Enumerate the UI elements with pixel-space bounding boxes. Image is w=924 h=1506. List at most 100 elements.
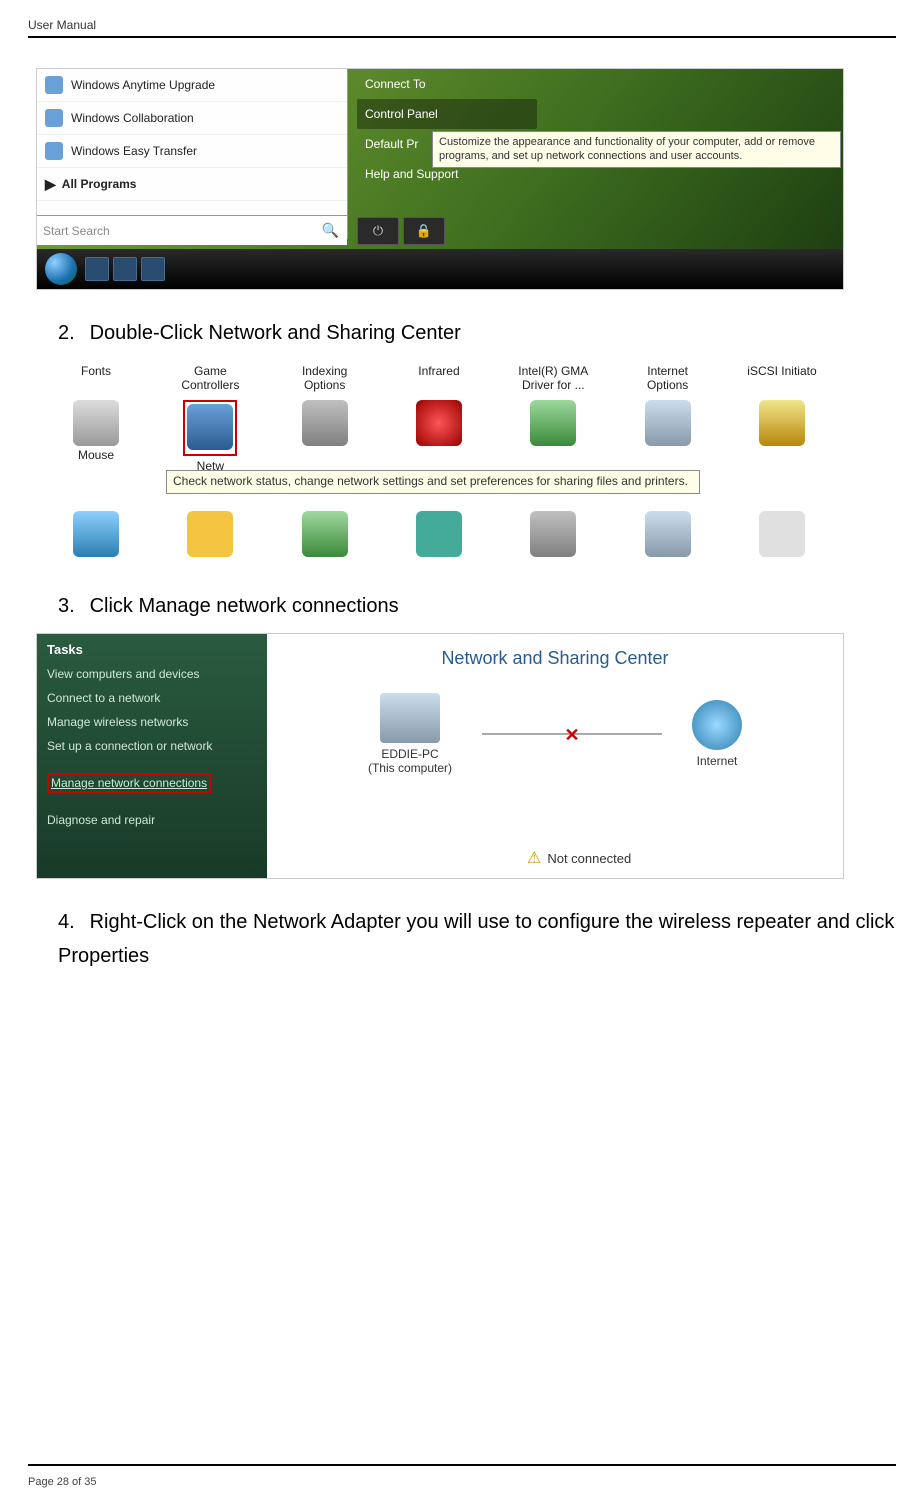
cp-icon — [302, 511, 348, 557]
cp-item[interactable] — [160, 511, 260, 559]
cp-item[interactable] — [503, 400, 603, 473]
taskbar-button[interactable] — [113, 257, 137, 281]
step-number: 4. — [58, 905, 84, 939]
all-programs[interactable]: ▶ All Programs — [37, 168, 347, 201]
right-item[interactable]: Connect To — [357, 69, 537, 99]
taskbar-button[interactable] — [141, 257, 165, 281]
program-label: All Programs — [62, 177, 137, 191]
taskbar — [37, 249, 843, 289]
screenshot-network-sharing-center: Tasks View computers and devices Connect… — [36, 633, 844, 879]
taskbar-button[interactable] — [85, 257, 109, 281]
footer-rule — [28, 1464, 896, 1466]
cp-item[interactable]: InternetOptions — [618, 364, 718, 392]
cp-icon-row: Mouse Netw — [36, 396, 842, 477]
start-search[interactable]: Start Search 🔍 — [37, 215, 347, 245]
cp-item[interactable]: Fonts — [46, 364, 146, 392]
power-buttons: ⏻ 🔒 — [357, 217, 445, 245]
sidebar-link-manage-connections[interactable]: Manage network connections — [47, 773, 211, 793]
cp-icon-row — [36, 507, 842, 563]
program-label: Windows Anytime Upgrade — [71, 78, 215, 92]
connection-line: ✕ — [482, 733, 662, 735]
cp-item[interactable] — [618, 511, 718, 559]
step-text: Double-Click Network and Sharing Center — [90, 322, 461, 344]
network-sharing-icon — [187, 404, 233, 450]
cp-item[interactable]: GameControllers — [160, 364, 260, 392]
disconnected-icon: ✕ — [564, 725, 579, 746]
cp-item[interactable] — [732, 511, 832, 559]
page-number: Page 28 of 35 — [28, 1476, 97, 1488]
app-icon — [45, 76, 63, 94]
mouse-icon — [73, 400, 119, 446]
power-button[interactable]: ⏻ — [357, 217, 399, 245]
cp-icon — [187, 511, 233, 557]
app-icon — [45, 142, 63, 160]
search-placeholder: Start Search — [43, 224, 110, 238]
start-right-panel: Connect To Control Panel Default Pr Help… — [357, 69, 537, 189]
screenshot-start-menu: Windows Anytime Upgrade Windows Collabor… — [36, 68, 844, 290]
start-orb-icon[interactable] — [45, 253, 77, 285]
sidebar-link[interactable]: Connect to a network — [47, 691, 257, 705]
cp-label-row: Fonts GameControllers IndexingOptions In… — [36, 360, 842, 396]
sidebar-link[interactable]: Diagnose and repair — [47, 813, 257, 827]
cp-icon — [759, 400, 805, 446]
cp-item[interactable] — [618, 400, 718, 473]
status-text: Not connected — [547, 851, 631, 866]
tooltip: Check network status, change network set… — [166, 470, 700, 494]
step-3: 3. Click Manage network connections — [58, 589, 896, 623]
cp-item[interactable] — [503, 511, 603, 559]
app-icon — [45, 109, 63, 127]
program-label: Windows Easy Transfer — [71, 144, 197, 158]
cp-item[interactable] — [389, 511, 489, 559]
chevron-right-icon: ▶ — [45, 176, 56, 193]
sidebar-heading: Tasks — [47, 642, 257, 657]
cp-icon — [645, 400, 691, 446]
cp-icon — [416, 400, 462, 446]
right-item-control-panel[interactable]: Control Panel — [357, 99, 537, 129]
internet-label: Internet — [692, 754, 742, 768]
step-text: Click Manage network connections — [90, 595, 399, 617]
pc-node: EDDIE-PC (This computer) — [368, 693, 452, 775]
cp-item[interactable]: Intel(R) GMADriver for ... — [503, 364, 603, 392]
tooltip: Customize the appearance and functionali… — [432, 131, 841, 168]
cp-item[interactable]: Mouse — [46, 400, 146, 473]
step-number: 3. — [58, 589, 84, 623]
sidebar-link[interactable]: View computers and devices — [47, 667, 257, 681]
pc-sub: (This computer) — [368, 761, 452, 775]
cp-item[interactable] — [275, 511, 375, 559]
step-number: 2. — [58, 316, 84, 350]
cp-icon — [416, 511, 462, 557]
nsc-main: Network and Sharing Center EDDIE-PC (Thi… — [267, 634, 843, 878]
sidebar-link[interactable]: Manage wireless networks — [47, 715, 257, 729]
pc-name: EDDIE-PC — [368, 747, 452, 761]
program-item[interactable]: Windows Easy Transfer — [37, 135, 347, 168]
cp-item[interactable]: IndexingOptions — [275, 364, 375, 392]
sidebar-link[interactable]: Set up a connection or network — [47, 739, 257, 753]
program-item[interactable]: Windows Anytime Upgrade — [37, 69, 347, 102]
cp-item[interactable] — [389, 400, 489, 473]
step-4: 4. Right-Click on the Network Adapter yo… — [58, 905, 896, 973]
internet-node: Internet — [692, 700, 742, 768]
program-item[interactable]: Windows Collaboration — [37, 102, 347, 135]
globe-icon — [692, 700, 742, 750]
cp-icon — [530, 400, 576, 446]
highlight-box — [183, 400, 237, 456]
program-label: Windows Collaboration — [71, 111, 194, 125]
cp-icon — [73, 511, 119, 557]
cp-item[interactable]: iSCSI Initiato — [732, 364, 832, 392]
computer-icon — [380, 693, 440, 743]
not-connected-status: ⚠ Not connected — [527, 848, 631, 868]
cp-item[interactable] — [275, 400, 375, 473]
screenshot-control-panel: Fonts GameControllers IndexingOptions In… — [36, 360, 842, 563]
start-left-panel: Windows Anytime Upgrade Windows Collabor… — [37, 69, 348, 239]
cp-item[interactable]: Infrared — [389, 364, 489, 392]
header-rule — [28, 36, 896, 38]
cp-item-network-sharing[interactable]: Netw — [160, 400, 260, 473]
tasks-sidebar: Tasks View computers and devices Connect… — [37, 634, 267, 878]
lock-button[interactable]: 🔒 — [403, 217, 445, 245]
network-diagram: EDDIE-PC (This computer) ✕ Internet — [287, 693, 823, 775]
cp-icon — [645, 511, 691, 557]
cp-item[interactable] — [46, 511, 146, 559]
cp-item[interactable] — [732, 400, 832, 473]
search-icon: 🔍 — [322, 222, 339, 239]
step-text: Right-Click on the Network Adapter you w… — [58, 911, 894, 967]
